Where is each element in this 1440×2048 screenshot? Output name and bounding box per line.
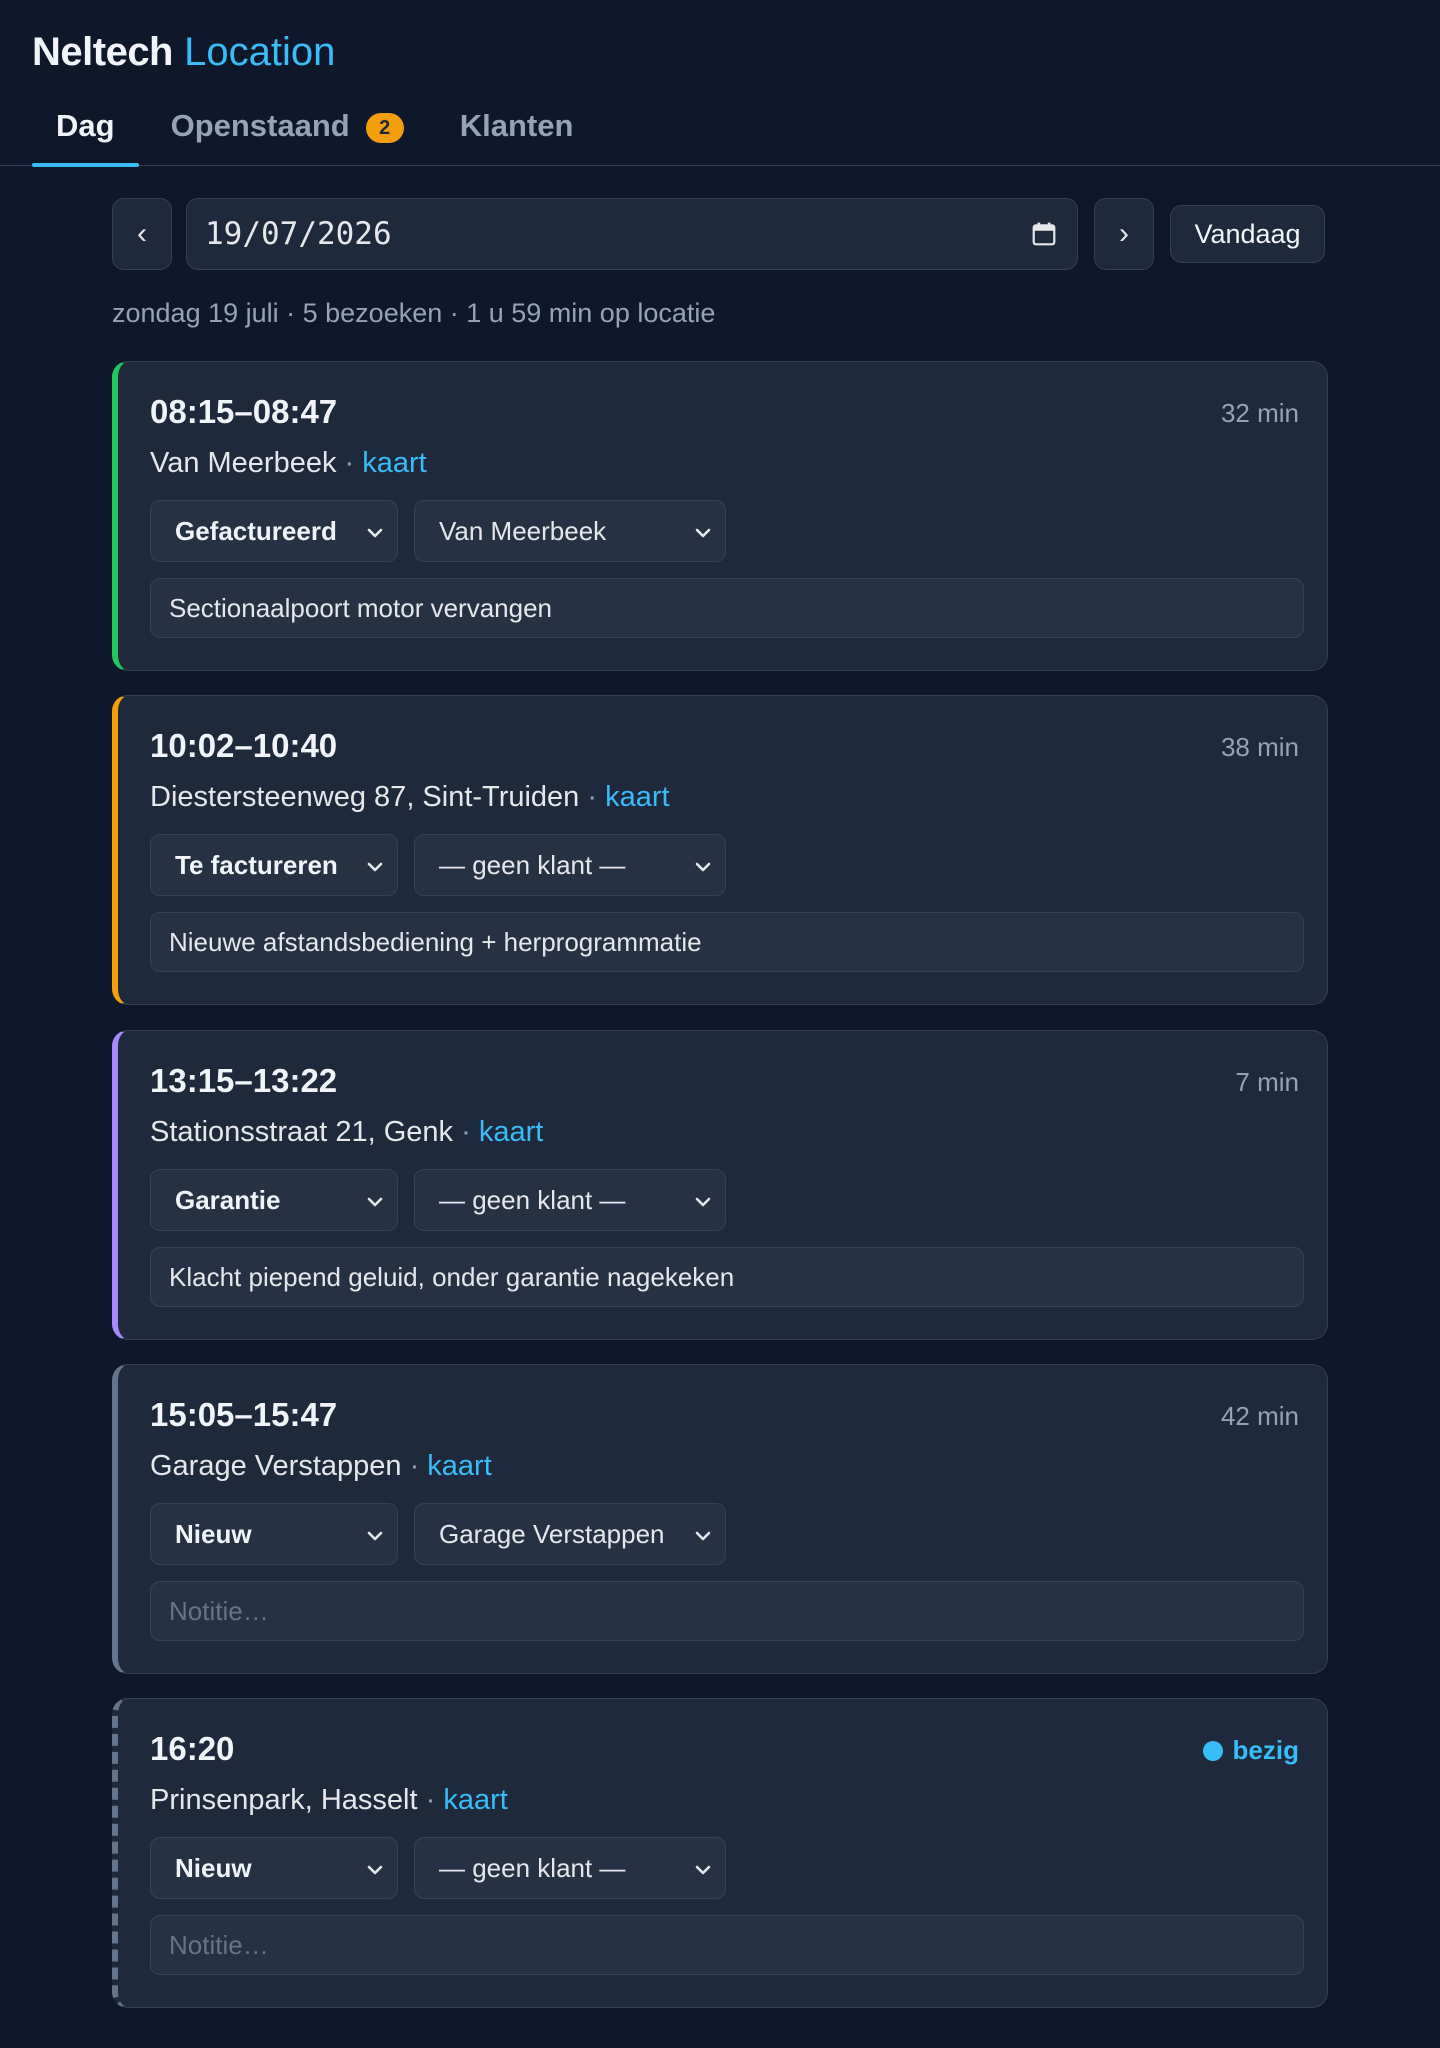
tab-dag[interactable]: Dag [32, 100, 139, 167]
separator: · [579, 781, 606, 813]
status-value: Gefactureerd [175, 515, 337, 546]
client-select[interactable]: — geen klant — [414, 834, 726, 896]
busy-label: bezig [1232, 1735, 1299, 1765]
note-input[interactable]: Klacht piepend geluid, onder garantie na… [150, 1247, 1304, 1307]
tab-klanten[interactable]: Klanten [436, 100, 598, 166]
status-value: Nieuw [175, 1852, 252, 1883]
note-input[interactable]: Nieuwe afstandsbediening + herprogrammat… [150, 912, 1304, 972]
visit-duration: 32 min [1220, 398, 1299, 428]
note-input[interactable]: Notitie… [150, 1915, 1304, 1975]
visit-location: Prinsenpark, Hasselt · kaart [150, 1781, 1299, 1819]
status-select[interactable]: Te factureren [150, 834, 398, 896]
visit-location: Stationsstraat 21, Genk · kaart [150, 1113, 1299, 1151]
chevron-down-icon [695, 528, 711, 538]
map-link[interactable]: kaart [605, 781, 669, 813]
note-input[interactable]: Sectionaalpoort motor vervangen [150, 578, 1304, 638]
brand-accent: Location [184, 30, 336, 74]
separator: · [417, 1784, 444, 1816]
visit-selects: Garantie — geen klant — [150, 1169, 1299, 1231]
location-text: Garage Verstappen [150, 1450, 402, 1482]
busy-indicator: bezig [1202, 1735, 1299, 1766]
status-value: Garantie [175, 1184, 281, 1215]
next-day-button[interactable]: › [1094, 198, 1154, 270]
visit-duration: 38 min [1220, 732, 1299, 762]
calendar-icon[interactable] [1031, 221, 1057, 247]
map-link[interactable]: kaart [479, 1116, 543, 1148]
app-title: Neltech Location [32, 28, 335, 76]
chevron-down-icon [367, 1197, 383, 1207]
location-text: Van Meerbeek [150, 447, 337, 479]
client-value: — geen klant — [439, 1184, 626, 1215]
date-navigator: ‹ 19/07/2026 › Vandaag [112, 198, 1328, 270]
date-value: 19/07/2026 [205, 216, 392, 252]
client-select[interactable]: — geen klant — [414, 1837, 726, 1899]
client-select[interactable]: — geen klant — [414, 1169, 726, 1231]
separator: · [453, 1116, 479, 1148]
client-value: Van Meerbeek [439, 515, 607, 546]
visit-location: Van Meerbeek · kaart [150, 444, 1299, 482]
status-value: Te factureren [175, 849, 338, 880]
map-link[interactable]: kaart [427, 1450, 491, 1482]
visit-card: 08:15–08:47 32 min Van Meerbeek · kaart Gef… [112, 361, 1328, 671]
visit-time: 15:05–15:47 [150, 1396, 338, 1433]
visit-time: 13:15–13:22 [150, 1062, 338, 1099]
visit-selects: Gefactureerd Van Meerbeek [150, 500, 1299, 562]
tab-label: Openstaand [170, 108, 350, 143]
chevron-down-icon [695, 862, 711, 872]
client-select[interactable]: Van Meerbeek [414, 500, 726, 562]
status-select[interactable]: Garantie [150, 1169, 398, 1231]
status-select[interactable]: Gefactureerd [150, 500, 398, 562]
chevron-down-icon [367, 528, 383, 538]
chevron-down-icon [367, 1531, 383, 1541]
chevron-down-icon [367, 862, 383, 872]
day-summary: zondag 19 juli · 5 bezoeken · 1 u 59 min… [112, 298, 716, 328]
client-value: Garage Verstappen [439, 1518, 665, 1549]
previous-day-button[interactable]: ‹ [112, 198, 172, 270]
tab-bar: Dag Openstaand 2 Klanten [32, 100, 598, 167]
date-input[interactable]: 19/07/2026 [186, 198, 1078, 270]
day-view: ‹ 19/07/2026 › Vandaag zondag 19 juli · … [112, 198, 1328, 2008]
visit-location: Diestersteenweg 87, Sint-Truiden · kaart [150, 778, 1299, 816]
status-select[interactable]: Nieuw [150, 1503, 398, 1565]
tab-label: Klanten [459, 108, 574, 143]
visit-location: Garage Verstappen · kaart [150, 1447, 1299, 1485]
app-header: Neltech Location Dag Openstaand 2 Klante… [0, 0, 1440, 167]
location-text: Diestersteenweg 87, Sint-Truiden [150, 781, 580, 813]
client-select[interactable]: Garage Verstappen [414, 1503, 726, 1565]
location-text: Prinsenpark, Hasselt [150, 1784, 418, 1816]
chevron-down-icon [695, 1197, 711, 1207]
chevron-down-icon [695, 1865, 711, 1875]
separator: · [401, 1450, 428, 1482]
today-button[interactable]: Vandaag [1170, 205, 1325, 263]
tab-label: Dag [56, 108, 115, 143]
chevron-down-icon [367, 1865, 383, 1875]
visit-card: 16:20 bezig Prinsenpark, Hasselt · kaart Ni… [112, 1698, 1328, 2008]
visit-selects: Te factureren — geen klant — [150, 834, 1299, 896]
visit-card: 10:02–10:40 38 min Diestersteenweg 87, Sin… [112, 695, 1328, 1005]
visit-time: 10:02–10:40 [150, 727, 338, 764]
brand-name: Neltech [32, 30, 174, 74]
visit-time: 08:15–08:47 [150, 393, 338, 430]
status-dot-icon [1202, 1740, 1223, 1761]
separator: · [336, 447, 363, 479]
client-value: — geen klant — [439, 849, 626, 880]
location-text: Stationsstraat 21, Genk [150, 1116, 454, 1148]
count-badge: 2 [365, 113, 404, 143]
visit-card: 13:15–13:22 7 min Stationsstraat 21, Genk … [112, 1030, 1328, 1340]
status-select[interactable]: Nieuw [150, 1837, 398, 1899]
status-value: Nieuw [175, 1518, 252, 1549]
client-value: — geen klant — [439, 1852, 626, 1883]
visit-time: 16:20 [150, 1730, 235, 1767]
visit-card: 15:05–15:47 42 min Garage Verstappen · kaa… [112, 1364, 1328, 1674]
visit-selects: Nieuw Garage Verstappen [150, 1503, 1299, 1565]
visit-duration: 42 min [1220, 1401, 1299, 1431]
visit-duration: 7 min [1235, 1067, 1299, 1097]
chevron-down-icon [695, 1531, 711, 1541]
map-link[interactable]: kaart [362, 447, 426, 479]
map-link[interactable]: kaart [443, 1784, 507, 1816]
visit-selects: Nieuw — geen klant — [150, 1837, 1299, 1899]
note-input[interactable]: Notitie… [150, 1581, 1304, 1641]
tab-openstaand[interactable]: Openstaand 2 [147, 100, 428, 166]
